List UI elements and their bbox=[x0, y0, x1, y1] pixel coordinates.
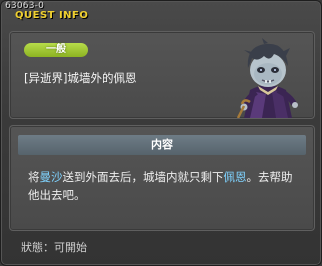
quest-category-badge: 一般 bbox=[24, 43, 88, 57]
npc-name-highlight: 曼沙 bbox=[39, 170, 63, 184]
npc-portrait-icon bbox=[236, 38, 298, 118]
desc-text: 将 bbox=[28, 170, 40, 184]
quest-info-window: 63063-0 QUEST INFO 一般 [异逝界]城墙外的佩恩 内容 将曼沙… bbox=[0, 0, 322, 266]
npc-name-highlight: 佩恩 bbox=[223, 170, 247, 184]
desc-text: 送到外面去后，城墙内就只剩下 bbox=[62, 170, 224, 184]
quest-description: 将曼沙送到外面去后，城墙内就只剩下佩恩。去帮助他出去吧。 bbox=[28, 168, 300, 204]
quest-status: 狀態：可開始 bbox=[21, 241, 87, 254]
content-header: 内容 bbox=[18, 135, 306, 155]
quest-name: [异逝界]城墙外的佩恩 bbox=[24, 71, 137, 85]
window-title: QUEST INFO bbox=[15, 10, 89, 21]
quest-content-panel: 内容 将曼沙送到外面去后，城墙内就只剩下佩恩。去帮助他出去吧。 bbox=[9, 125, 315, 231]
quest-info-panel: 一般 [异逝界]城墙外的佩恩 bbox=[9, 31, 315, 119]
